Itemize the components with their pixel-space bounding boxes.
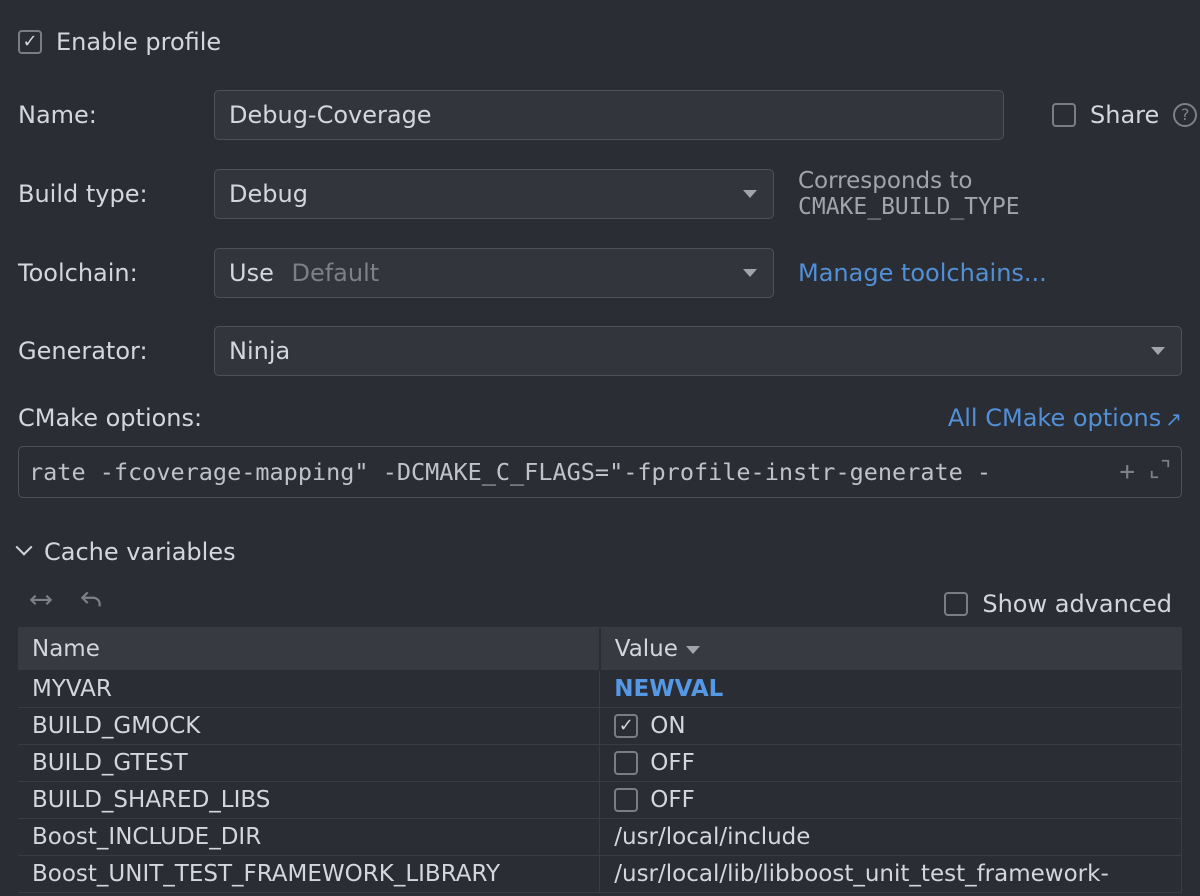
value-text: NEWVAL (614, 676, 723, 702)
cache-value-cell[interactable]: /usr/local/include (600, 819, 1182, 856)
cache-name-cell: Boost_INCLUDE_DIR (18, 819, 600, 856)
external-arrow-icon: ↗ (1165, 407, 1182, 431)
cache-name-cell: BUILD_GTEST (18, 745, 600, 782)
cache-value-cell[interactable]: OFF (600, 745, 1182, 782)
build-type-select[interactable]: Debug (214, 169, 774, 219)
table-row[interactable]: MYVAR NEWVAL (18, 671, 1182, 708)
cmake-options-label: CMake options: (18, 404, 202, 432)
chevron-down-icon (18, 544, 34, 560)
build-type-hint: Corresponds to CMAKE_BUILD_TYPE (798, 168, 1182, 220)
help-icon[interactable]: ? (1173, 103, 1197, 127)
build-type-label: Build type: (18, 180, 214, 208)
value-text: OFF (650, 750, 695, 776)
cache-name-cell: MYVAR (18, 671, 600, 708)
cache-value-cell[interactable]: /usr/local/lib/libboost_unit_test_framew… (600, 856, 1182, 893)
table-row[interactable]: BUILD_GTEST OFF (18, 745, 1182, 782)
name-field[interactable]: Debug-Coverage (214, 90, 1004, 140)
cache-table: Name Value MYVARNEWVALBUILD_GMOCKONBUILD… (18, 628, 1182, 893)
share-checkbox[interactable] (1052, 103, 1076, 127)
value-text: /usr/local/lib/libboost_unit_test_framew… (614, 861, 1109, 887)
cache-name-cell: BUILD_GMOCK (18, 708, 600, 745)
plus-icon[interactable]: + (1119, 459, 1135, 485)
table-row[interactable]: Boost_INCLUDE_DIR/usr/local/include (18, 819, 1182, 856)
value-checkbox[interactable] (614, 714, 638, 738)
value-checkbox[interactable] (614, 751, 638, 775)
table-row[interactable]: Boost_UNIT_TEST_FRAMEWORK_LIBRARY/usr/lo… (18, 856, 1182, 893)
manage-toolchains-link[interactable]: Manage toolchains... (798, 259, 1047, 287)
cache-value-cell[interactable]: ON (600, 708, 1182, 745)
column-value[interactable]: Value (600, 628, 1182, 671)
cache-name-cell: Boost_UNIT_TEST_FRAMEWORK_LIBRARY (18, 856, 600, 893)
value-text: ON (650, 713, 685, 739)
toolchain-select[interactable]: Use Default (214, 248, 774, 298)
cache-value-cell[interactable]: OFF (600, 782, 1182, 819)
all-cmake-options-link[interactable]: All CMake options↗ (948, 404, 1182, 432)
cache-panel: Show advanced Name Value MYVAR NEWVAL BUIL… (18, 580, 1182, 893)
table-row[interactable]: BUILD_SHARED_LIBS OFF (18, 782, 1182, 819)
show-advanced-label: Show advanced (982, 590, 1172, 618)
generator-select[interactable]: Ninja (214, 326, 1182, 376)
value-checkbox[interactable] (614, 788, 638, 812)
sort-desc-icon (686, 646, 700, 654)
enable-profile-label: Enable profile (56, 28, 221, 56)
enable-profile-checkbox[interactable] (18, 30, 42, 54)
share-label: Share (1090, 101, 1159, 129)
remap-icon[interactable] (28, 588, 54, 620)
toolchain-label: Toolchain: (18, 259, 214, 287)
undo-icon[interactable] (78, 588, 104, 620)
cache-variables-toggle[interactable]: Cache variables (18, 538, 1182, 566)
expand-icon[interactable] (1149, 447, 1171, 497)
table-row[interactable]: BUILD_GMOCK ON (18, 708, 1182, 745)
value-text: OFF (650, 787, 695, 813)
column-name[interactable]: Name (18, 628, 600, 671)
name-label: Name: (18, 101, 214, 129)
show-advanced-checkbox[interactable] (944, 592, 968, 616)
cmake-options-field[interactable]: rate -fcoverage-mapping" -DCMAKE_C_FLAGS… (18, 446, 1182, 498)
generator-label: Generator: (18, 337, 214, 365)
cache-name-cell: BUILD_SHARED_LIBS (18, 782, 600, 819)
value-text: /usr/local/include (614, 824, 810, 850)
cache-value-cell[interactable]: NEWVAL (600, 671, 1182, 708)
